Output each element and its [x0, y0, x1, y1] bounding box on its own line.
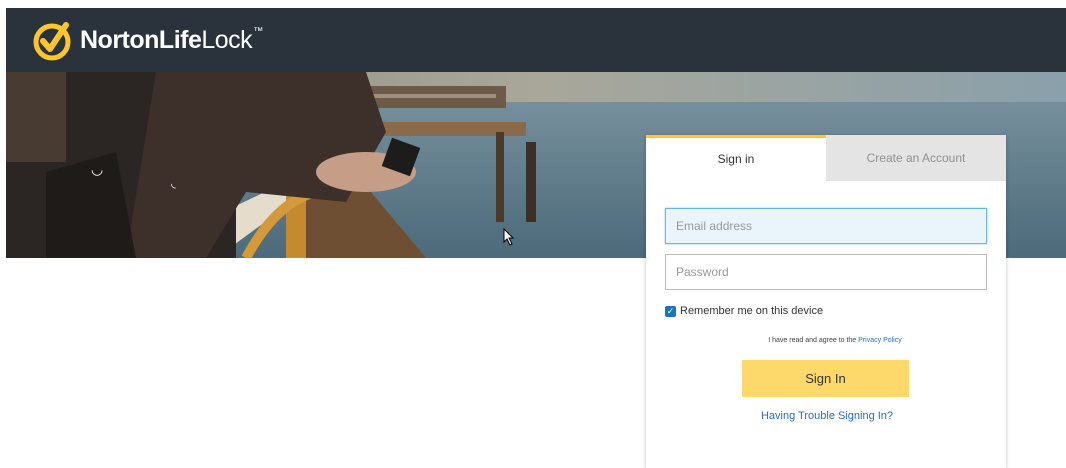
remember-me-checkbox[interactable]: ✓ [665, 305, 676, 317]
sign-in-button[interactable]: Sign In [742, 360, 909, 397]
top-bar: NortonLifeLock™ [6, 8, 1066, 72]
trouble-signing-in-link[interactable]: Having Trouble Signing In? [646, 410, 1006, 422]
tab-create-account[interactable]: Create an Account [826, 135, 1006, 181]
mouse-cursor-icon [503, 228, 515, 246]
remember-me-row: ✓ Remember me on this device [665, 303, 823, 319]
logo-light-text: Lock [201, 25, 253, 54]
sign-in-card: Sign in Create an Account ✓ Remember me … [646, 135, 1006, 468]
email-input[interactable] [665, 208, 987, 244]
checkmark-logo-icon [33, 22, 71, 61]
svg-text:◡: ◡ [91, 162, 103, 178]
page: NortonLifeLock™ ◡ ◟ Sign in Create an Ac… [6, 8, 1066, 468]
logo-trademark: ™ [253, 25, 263, 37]
auth-tabs: Sign in Create an Account [646, 135, 1006, 181]
remember-me-label[interactable]: Remember me on this device [680, 305, 823, 317]
tab-sign-in[interactable]: Sign in [646, 135, 826, 181]
logo-bold-text: NortonLife [80, 25, 202, 54]
norton-logo[interactable]: NortonLifeLock™ [32, 16, 263, 64]
privacy-agreement: I have read and agree to the Privacy Pol… [646, 337, 1006, 344]
privacy-policy-link[interactable]: Privacy Policy [858, 337, 902, 344]
svg-text:◟: ◟ [171, 176, 176, 190]
password-input[interactable] [665, 254, 987, 290]
logo-wordmark: NortonLifeLock™ [80, 26, 263, 55]
agree-text: I have read and agree to the [768, 337, 857, 344]
